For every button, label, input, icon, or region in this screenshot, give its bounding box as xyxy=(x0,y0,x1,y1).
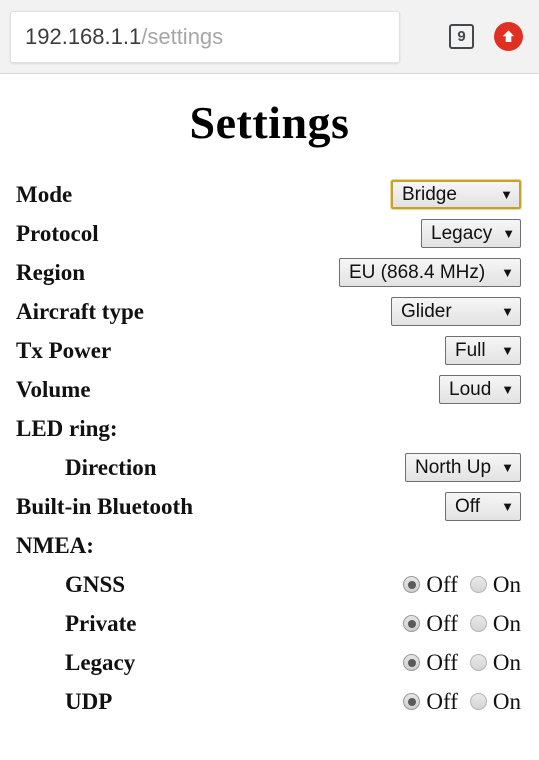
radio-option-nmea-gnss-off[interactable]: Off xyxy=(403,572,458,598)
radio-label-off: Off xyxy=(426,688,458,714)
label-mode: Mode xyxy=(16,181,73,207)
chevron-down-icon: ▼ xyxy=(502,226,516,241)
url-bar[interactable]: 192.168.1.1/settings xyxy=(10,10,400,63)
chevron-down-icon: ▼ xyxy=(501,499,514,514)
label-aircraft-type: Aircraft type xyxy=(16,298,144,324)
radio-group-nmea-gnss: Off On xyxy=(403,572,521,598)
radio-label-off: Off xyxy=(426,610,458,636)
browser-actions: 9 xyxy=(400,22,529,51)
radio-nmea-udp-off[interactable] xyxy=(403,693,421,710)
select-aircraft-type-value: Glider xyxy=(401,300,452,322)
select-direction-value: North Up xyxy=(415,456,492,478)
browser-toolbar: 192.168.1.1/settings 9 xyxy=(0,0,539,74)
radio-label-on: On xyxy=(492,688,521,714)
label-protocol: Protocol xyxy=(16,220,99,246)
chevron-down-icon: ▼ xyxy=(501,343,514,358)
radio-label-off: Off xyxy=(426,649,458,675)
setting-row-nmea-legacy: Legacy Off On xyxy=(0,643,539,682)
tab-count-label: 9 xyxy=(457,28,466,45)
url-path: /settings xyxy=(141,23,224,49)
settings-page: Settings Mode Bridge ▼ Protocol Legacy ▼… xyxy=(0,96,539,721)
select-tx-power-value: Full xyxy=(455,339,486,361)
setting-row-bluetooth: Built-in Bluetooth Off ▼ xyxy=(0,487,539,526)
radio-option-nmea-gnss-on[interactable]: On xyxy=(469,571,521,598)
radio-group-nmea-private: Off On xyxy=(403,611,521,637)
label-direction: Direction xyxy=(65,454,157,480)
radio-nmea-gnss-on[interactable] xyxy=(469,576,487,593)
setting-row-volume: Volume Loud ▼ xyxy=(0,370,539,409)
label-bluetooth: Built-in Bluetooth xyxy=(16,493,194,519)
label-nmea-private: Private xyxy=(65,610,137,636)
label-nmea-udp: UDP xyxy=(65,688,113,714)
chevron-down-icon: ▼ xyxy=(500,187,513,202)
select-volume-value: Loud xyxy=(449,378,492,400)
setting-row-aircraft-type: Aircraft type Glider ▼ xyxy=(0,292,539,331)
select-aircraft-type[interactable]: Glider ▼ xyxy=(391,297,521,326)
radio-label-on: On xyxy=(492,610,521,636)
home-up-arrow-icon[interactable] xyxy=(494,22,523,51)
radio-nmea-gnss-off[interactable] xyxy=(403,576,421,593)
select-protocol-value: Legacy xyxy=(431,222,493,244)
chevron-down-icon: ▼ xyxy=(501,304,514,319)
select-protocol[interactable]: Legacy ▼ xyxy=(421,219,521,248)
chevron-down-icon: ▼ xyxy=(501,382,515,397)
setting-row-region: Region EU (868.4 MHz) ▼ xyxy=(0,253,539,292)
select-tx-power[interactable]: Full ▼ xyxy=(445,336,521,365)
select-direction[interactable]: North Up ▼ xyxy=(405,453,521,482)
label-nmea-legacy: Legacy xyxy=(65,649,136,675)
label-volume: Volume xyxy=(16,376,91,402)
setting-row-nmea-gnss: GNSS Off On xyxy=(0,565,539,604)
section-header-led-ring: LED ring: xyxy=(0,409,539,448)
label-nmea-gnss: GNSS xyxy=(65,571,126,597)
select-region-value: EU (868.4 MHz) xyxy=(349,261,486,283)
setting-row-nmea-private: Private Off On xyxy=(0,604,539,643)
radio-option-nmea-udp-off[interactable]: Off xyxy=(403,689,458,715)
radio-option-nmea-udp-on[interactable]: On xyxy=(469,688,521,715)
select-mode[interactable]: Bridge ▼ xyxy=(390,179,522,210)
setting-row-direction: Direction North Up ▼ xyxy=(0,448,539,487)
select-region[interactable]: EU (868.4 MHz) ▼ xyxy=(339,258,521,287)
chevron-down-icon: ▼ xyxy=(501,460,514,475)
setting-row-mode: Mode Bridge ▼ xyxy=(0,175,539,214)
select-volume[interactable]: Loud ▼ xyxy=(439,375,521,404)
chevron-down-icon: ▼ xyxy=(501,265,514,280)
tab-count-button[interactable]: 9 xyxy=(449,24,474,49)
radio-nmea-legacy-on[interactable] xyxy=(469,654,487,671)
radio-option-nmea-private-off[interactable]: Off xyxy=(403,611,458,637)
radio-label-on: On xyxy=(492,649,521,675)
radio-label-on: On xyxy=(492,571,521,597)
radio-nmea-legacy-off[interactable] xyxy=(403,654,421,671)
radio-label-off: Off xyxy=(426,571,458,597)
setting-row-protocol: Protocol Legacy ▼ xyxy=(0,214,539,253)
label-led-ring: LED ring: xyxy=(16,415,118,441)
select-bluetooth[interactable]: Off ▼ xyxy=(445,492,521,521)
radio-option-nmea-private-on[interactable]: On xyxy=(469,610,521,637)
label-region: Region xyxy=(16,259,85,285)
radio-nmea-private-off[interactable] xyxy=(403,615,421,632)
label-tx-power: Tx Power xyxy=(16,337,112,363)
radio-option-nmea-legacy-off[interactable]: Off xyxy=(403,650,458,676)
select-mode-value: Bridge xyxy=(402,183,457,205)
page-title: Settings xyxy=(189,97,350,148)
label-nmea: NMEA: xyxy=(16,532,94,558)
section-header-nmea: NMEA: xyxy=(0,526,539,565)
radio-group-nmea-udp: Off On xyxy=(403,689,521,715)
setting-row-tx-power: Tx Power Full ▼ xyxy=(0,331,539,370)
radio-nmea-udp-on[interactable] xyxy=(469,693,487,710)
select-bluetooth-value: Off xyxy=(455,495,480,517)
url-host: 192.168.1.1 xyxy=(25,23,142,49)
radio-option-nmea-legacy-on[interactable]: On xyxy=(469,649,521,676)
setting-row-nmea-udp: UDP Off On xyxy=(0,682,539,721)
radio-nmea-private-on[interactable] xyxy=(469,615,487,632)
radio-group-nmea-legacy: Off On xyxy=(403,650,521,676)
